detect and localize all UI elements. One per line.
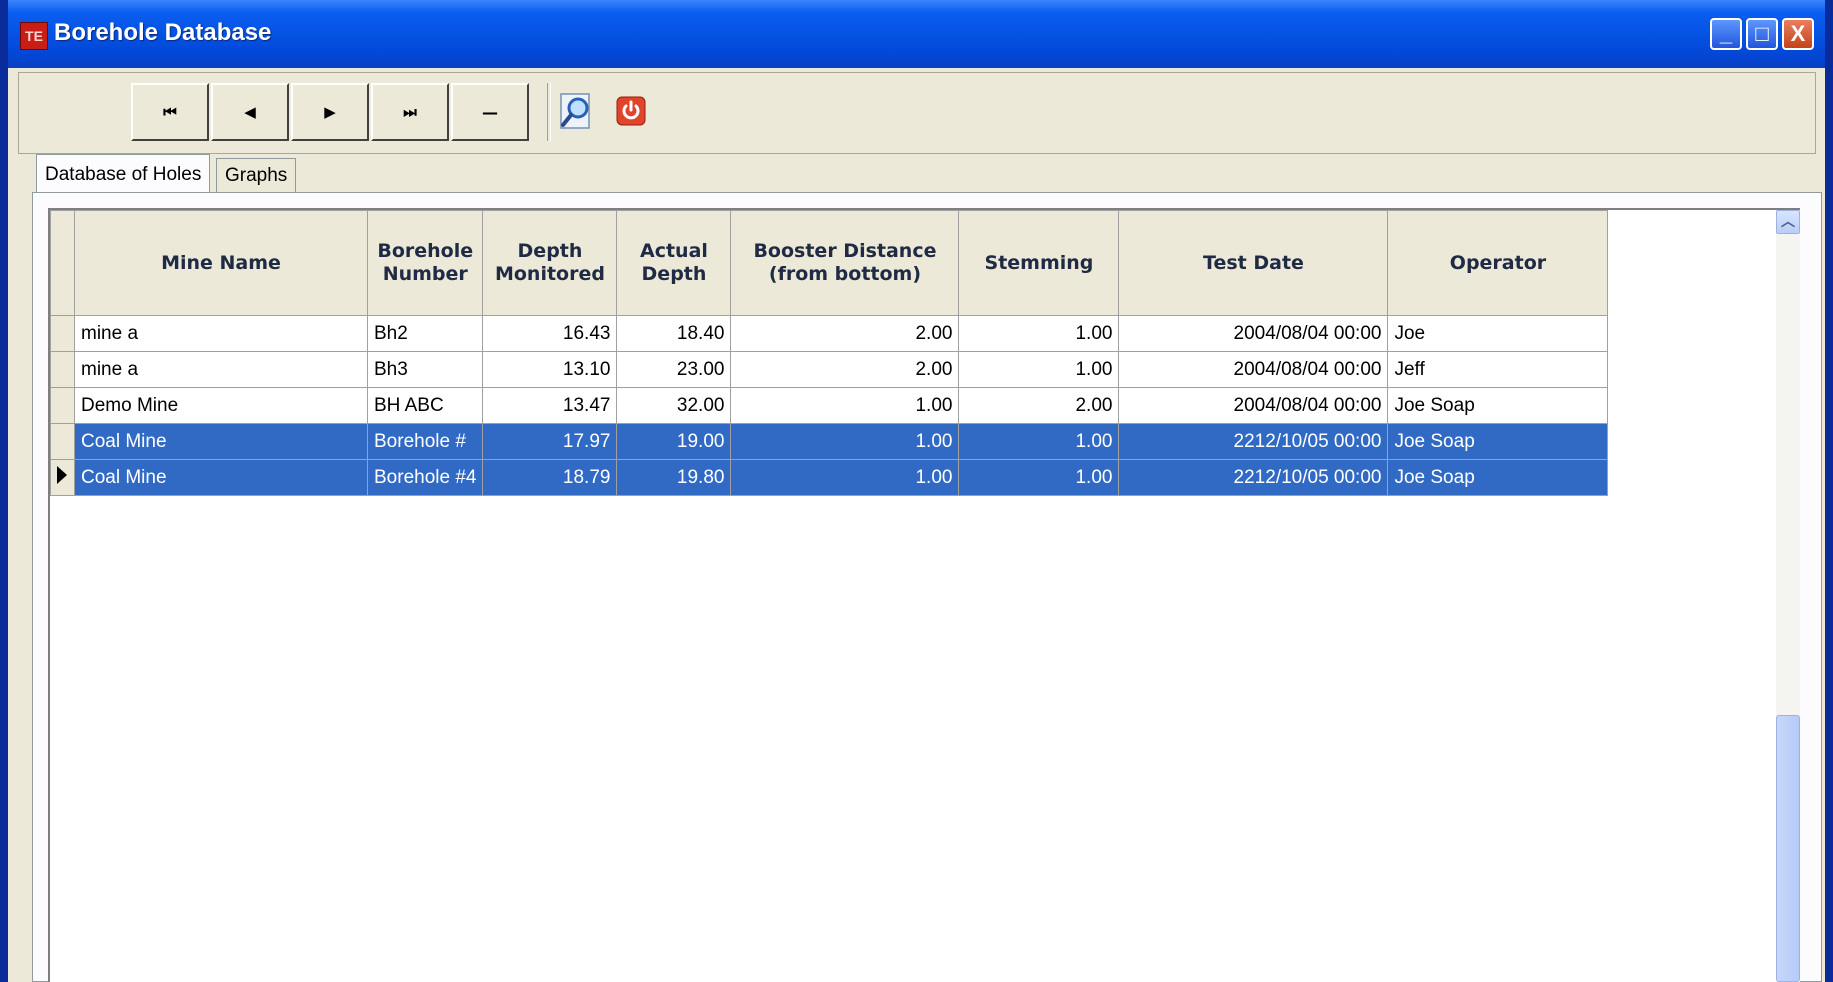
cell-actual-depth[interactable]: 18.40 <box>616 315 732 352</box>
row-indicator[interactable] <box>50 423 75 460</box>
column-header-depth-monitored[interactable]: Depth Monitored <box>482 210 618 316</box>
cell-booster-distance[interactable]: 1.00 <box>730 387 960 424</box>
tab-graphs[interactable]: Graphs <box>216 158 297 192</box>
next-record-button[interactable]: ▶ <box>291 83 369 141</box>
toolbar-separator <box>547 83 551 141</box>
holes-table: Mine Name Borehole Number Depth Monitore… <box>50 210 1609 496</box>
cell-stemming[interactable]: 2.00 <box>958 387 1120 424</box>
delete-record-button[interactable]: — <box>451 83 529 141</box>
holes-grid[interactable]: Mine Name Borehole Number Depth Monitore… <box>48 208 1800 982</box>
cell-borehole-number[interactable]: Borehole #4 <box>366 459 484 496</box>
cell-stemming[interactable]: 1.00 <box>958 459 1120 496</box>
close-button[interactable]: X <box>1782 18 1814 50</box>
row-indicator-header <box>50 210 75 316</box>
cell-test-date[interactable]: 2212/10/05 00:00 <box>1118 423 1389 460</box>
column-header-stemming[interactable]: Stemming <box>958 210 1120 316</box>
next-record-icon: ▶ <box>324 103 336 121</box>
window-title: Borehole Database <box>54 19 272 46</box>
current-row-pointer-icon <box>57 465 67 484</box>
scroll-up-button[interactable]: ︿ <box>1776 210 1800 234</box>
cell-test-date[interactable]: 2212/10/05 00:00 <box>1118 459 1389 496</box>
cell-stemming[interactable]: 1.00 <box>958 315 1120 352</box>
minimize-button[interactable]: _ <box>1710 18 1742 50</box>
cell-borehole-number[interactable]: Bh3 <box>366 351 484 388</box>
row-indicator[interactable] <box>50 459 75 496</box>
cell-mine-name[interactable]: Coal Mine <box>74 459 368 496</box>
table-row[interactable]: mine a Bh2 16.43 18.40 2.00 1.00 2004/08… <box>50 315 1609 352</box>
column-header-actual-depth[interactable]: Actual Depth <box>616 210 732 316</box>
power-icon <box>616 96 646 126</box>
maximize-button[interactable]: □ <box>1746 18 1778 50</box>
cell-stemming[interactable]: 1.00 <box>958 351 1120 388</box>
header-row: Mine Name Borehole Number Depth Monitore… <box>50 210 1609 316</box>
cell-depth-monitored[interactable]: 18.79 <box>482 459 618 496</box>
cell-depth-monitored[interactable]: 16.43 <box>482 315 618 352</box>
prior-record-icon: ◀ <box>244 103 256 121</box>
app-logo-icon[interactable]: TE <box>20 22 48 50</box>
cell-operator[interactable]: Joe Soap <box>1387 387 1609 424</box>
table-row[interactable]: Demo Mine BH ABC 13.47 32.00 1.00 2.00 2… <box>50 387 1609 424</box>
last-record-icon: ⏭ <box>403 103 417 121</box>
tab-database-of-holes[interactable]: Database of Holes <box>36 154 211 192</box>
cell-operator[interactable]: Joe Soap <box>1387 423 1609 460</box>
cell-depth-monitored[interactable]: 13.10 <box>482 351 618 388</box>
cell-borehole-number[interactable]: BH ABC <box>366 387 484 424</box>
cell-depth-monitored[interactable]: 17.97 <box>482 423 618 460</box>
vertical-scrollbar[interactable]: ︿ <box>1776 210 1800 982</box>
cell-mine-name[interactable]: mine a <box>74 315 368 352</box>
cell-operator[interactable]: Jeff <box>1387 351 1609 388</box>
cell-stemming[interactable]: 1.00 <box>958 423 1120 460</box>
cell-test-date[interactable]: 2004/08/04 00:00 <box>1118 351 1389 388</box>
cell-depth-monitored[interactable]: 13.47 <box>482 387 618 424</box>
prior-record-button[interactable]: ◀ <box>211 83 289 141</box>
cell-booster-distance[interactable]: 1.00 <box>730 423 960 460</box>
chevron-up-icon: ︿ <box>1781 214 1795 230</box>
cell-mine-name[interactable]: Coal Mine <box>74 423 368 460</box>
cell-actual-depth[interactable]: 23.00 <box>616 351 732 388</box>
cell-operator[interactable]: Joe Soap <box>1387 459 1609 496</box>
last-record-button[interactable]: ⏭ <box>371 83 449 141</box>
column-header-borehole-number[interactable]: Borehole Number <box>366 210 484 316</box>
row-indicator[interactable] <box>50 351 75 388</box>
column-header-operator[interactable]: Operator <box>1387 210 1609 316</box>
table-row[interactable]: Coal Mine Borehole #4 18.79 19.80 1.00 1… <box>50 459 1609 496</box>
column-header-test-date[interactable]: Test Date <box>1118 210 1389 316</box>
title-bar[interactable]: TE Borehole Database _ □ X <box>8 0 1825 68</box>
navigator-toolbar: ⏮ ◀ ▶ ⏭ — <box>18 72 1816 154</box>
cell-operator[interactable]: Joe <box>1387 315 1609 352</box>
exit-button[interactable] <box>611 91 651 131</box>
cell-booster-distance[interactable]: 2.00 <box>730 315 960 352</box>
row-indicator[interactable] <box>50 387 75 424</box>
first-record-button[interactable]: ⏮ <box>131 83 209 141</box>
cell-actual-depth[interactable]: 19.00 <box>616 423 732 460</box>
first-record-icon: ⏮ <box>163 103 177 121</box>
cell-test-date[interactable]: 2004/08/04 00:00 <box>1118 315 1389 352</box>
table-row[interactable]: Coal Mine Borehole # 17.97 19.00 1.00 1.… <box>50 423 1609 460</box>
column-header-booster-distance[interactable]: Booster Distance (from bottom) <box>730 210 960 316</box>
column-header-mine-name[interactable]: Mine Name <box>74 210 368 316</box>
magnifier-icon <box>560 93 590 129</box>
cell-borehole-number[interactable]: Bh2 <box>366 315 484 352</box>
search-button[interactable] <box>557 91 597 131</box>
delete-record-icon: — <box>482 102 498 122</box>
cell-mine-name[interactable]: mine a <box>74 351 368 388</box>
cell-booster-distance[interactable]: 1.00 <box>730 459 960 496</box>
row-indicator[interactable] <box>50 315 75 352</box>
cell-actual-depth[interactable]: 19.80 <box>616 459 732 496</box>
cell-borehole-number[interactable]: Borehole # <box>366 423 484 460</box>
borehole-database-window: TE Borehole Database _ □ X ⏮ ◀ ▶ ⏭ — Dat… <box>0 0 1833 982</box>
cell-mine-name[interactable]: Demo Mine <box>74 387 368 424</box>
table-row[interactable]: mine a Bh3 13.10 23.00 2.00 1.00 2004/08… <box>50 351 1609 388</box>
cell-actual-depth[interactable]: 32.00 <box>616 387 732 424</box>
cell-booster-distance[interactable]: 2.00 <box>730 351 960 388</box>
cell-test-date[interactable]: 2004/08/04 00:00 <box>1118 387 1389 424</box>
scroll-thumb[interactable] <box>1776 715 1800 982</box>
